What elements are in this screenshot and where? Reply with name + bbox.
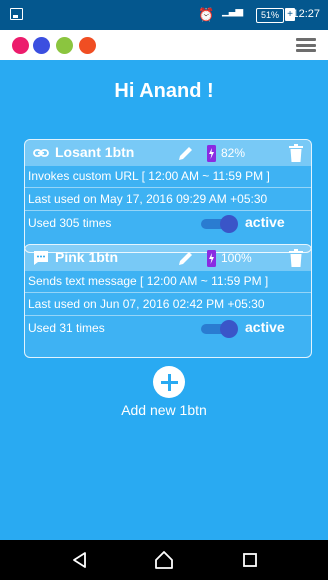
link-icon (33, 149, 49, 157)
card-divider (25, 292, 311, 293)
logo-dot-green (56, 37, 73, 54)
toggle-knob (220, 215, 238, 233)
home-icon[interactable] (154, 550, 174, 570)
trash-icon[interactable] (289, 249, 303, 267)
battery-bolt-icon (207, 250, 216, 267)
active-toggle[interactable] (201, 215, 239, 233)
card-usage-count: Used 31 times (28, 321, 105, 335)
toggle-knob (220, 320, 238, 338)
system-nav-bar (0, 540, 328, 580)
logo-dot-orange (79, 37, 96, 54)
card-divider (25, 315, 311, 316)
greeting-title: Hi Anand ! (114, 80, 214, 102)
status-time: 12:27 (292, 8, 320, 20)
card-usage-count: Used 305 times (28, 216, 112, 230)
trash-icon[interactable] (289, 144, 303, 162)
card-last-used: Last used on Jun 07, 2016 02:42 PM +05:3… (28, 297, 265, 311)
card-last-used: Last used on May 17, 2016 09:29 AM +05:3… (28, 192, 268, 206)
edit-pencil-icon[interactable] (177, 249, 195, 267)
card-action-text: Invokes custom URL [ 12:00 AM ~ 11:59 PM… (28, 169, 270, 183)
card-divider (25, 210, 311, 211)
add-new-button[interactable] (153, 366, 185, 398)
back-icon[interactable] (70, 550, 90, 570)
card-divider (25, 187, 311, 188)
recents-icon[interactable] (240, 550, 260, 570)
add-new-label[interactable]: Add new 1btn (0, 402, 328, 418)
battery-percent: 51% (256, 8, 284, 23)
logo-dot-pink (12, 37, 29, 54)
message-icon (34, 251, 48, 265)
card-title: Pink 1btn (55, 249, 119, 265)
button-card[interactable]: Losant 1btn 82% Invokes custom URL [ 12:… (24, 139, 312, 253)
battery-level: 82% (221, 146, 246, 160)
card-action-text: Sends text message [ 12:00 AM ~ 11:59 PM… (28, 274, 269, 288)
button-card[interactable]: Pink 1btn 100% Sends text message [ 12:0… (24, 244, 312, 358)
card-title: Losant 1btn (55, 144, 135, 160)
active-label: active (245, 319, 285, 335)
battery-bolt-icon (207, 145, 216, 162)
battery-level: 100% (221, 251, 252, 265)
active-label: active (245, 214, 285, 230)
active-toggle[interactable] (201, 320, 239, 338)
hamburger-menu-icon[interactable] (296, 38, 316, 52)
image-notification-icon (10, 8, 23, 20)
alarm-icon: ⏰ (198, 7, 215, 22)
edit-pencil-icon[interactable] (177, 144, 195, 162)
status-bar: ⏰ ▁▃▅ 51% + 12:27 (0, 0, 328, 30)
logo-dot-blue (33, 37, 50, 54)
signal-icon: ▁▃▅ (222, 6, 243, 17)
